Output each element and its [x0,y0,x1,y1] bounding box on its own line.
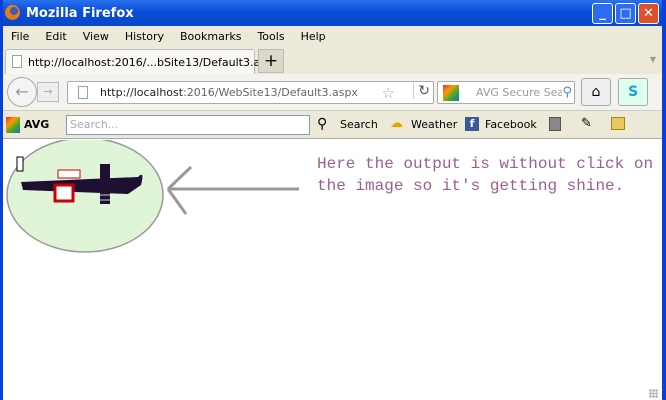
url-path: :2016/WebSite13/Default3.aspx [183,86,358,99]
tab-label: http://localhost:2016/...bSite13/Default… [28,55,280,69]
search-placeholder: AVG Secure Sear [476,86,569,99]
magnifier-icon[interactable]: ⚲ [562,82,572,103]
page-content: Here the output is without click on the … [3,140,662,400]
navigation-bar: ← → http://localhost:2016/WebSite13/Defa… [3,74,662,111]
forward-button[interactable]: → [37,82,59,102]
skype-button[interactable]: S [618,78,648,106]
airplane-image[interactable] [3,140,303,260]
facebook-icon: f [465,117,479,131]
menu-help[interactable]: Help [293,30,334,43]
menu-file[interactable]: File [3,30,37,43]
avg-search-input[interactable]: Search... [66,115,310,135]
reload-icon[interactable]: ↻ [413,83,430,99]
weather-button[interactable]: Weather [411,118,457,131]
page-icon [12,55,22,68]
highlight-ellipse [6,140,164,253]
menu-tools[interactable]: Tools [249,30,292,43]
avg-search-button[interactable]: Search [340,118,378,131]
facebook-button[interactable]: Facebook [485,118,537,131]
url-bar[interactable]: http://localhost:2016/WebSite13/Default3… [67,81,434,104]
avg-logo-icon [6,117,20,133]
bookmark-star-icon[interactable]: ☆ [382,84,395,102]
home-button[interactable]: ⌂ [581,78,611,106]
tab-strip: http://localhost:2016/...bSite13/Default… [3,47,662,74]
menu-bar: File Edit View History Bookmarks Tools H… [3,26,662,47]
tab-list-chevron-icon[interactable]: ▼ [650,55,656,64]
search-icon: ⚲ [317,116,328,132]
folder-search-icon[interactable] [611,117,625,130]
menu-history[interactable]: History [117,30,172,43]
avg-search-engine-icon[interactable] [443,85,459,101]
weather-icon: ☁ [390,116,403,131]
menu-edit[interactable]: Edit [37,30,74,43]
skype-icon: S [627,84,639,100]
page-icon [78,86,88,99]
notepad-icon[interactable]: ✎ [581,116,592,131]
new-tab-button[interactable]: + [258,49,284,73]
search-bar[interactable]: AVG Secure Sear ⚲ [437,81,575,104]
calculator-icon[interactable] [549,117,561,131]
avg-brand[interactable]: AVG [24,118,49,131]
tab-default3[interactable]: http://localhost:2016/...bSite13/Default… [5,49,279,74]
back-button[interactable]: ← [7,77,37,107]
output-message: Here the output is without click on the … [317,155,663,195]
avg-toolbar: AVG Search... ⚲ Search ☁ Weather f Faceb… [3,111,662,139]
resize-grip[interactable] [649,389,658,398]
menu-bookmarks[interactable]: Bookmarks [172,30,249,43]
menu-view[interactable]: View [75,30,117,43]
url-host: http://localhost [100,86,184,99]
